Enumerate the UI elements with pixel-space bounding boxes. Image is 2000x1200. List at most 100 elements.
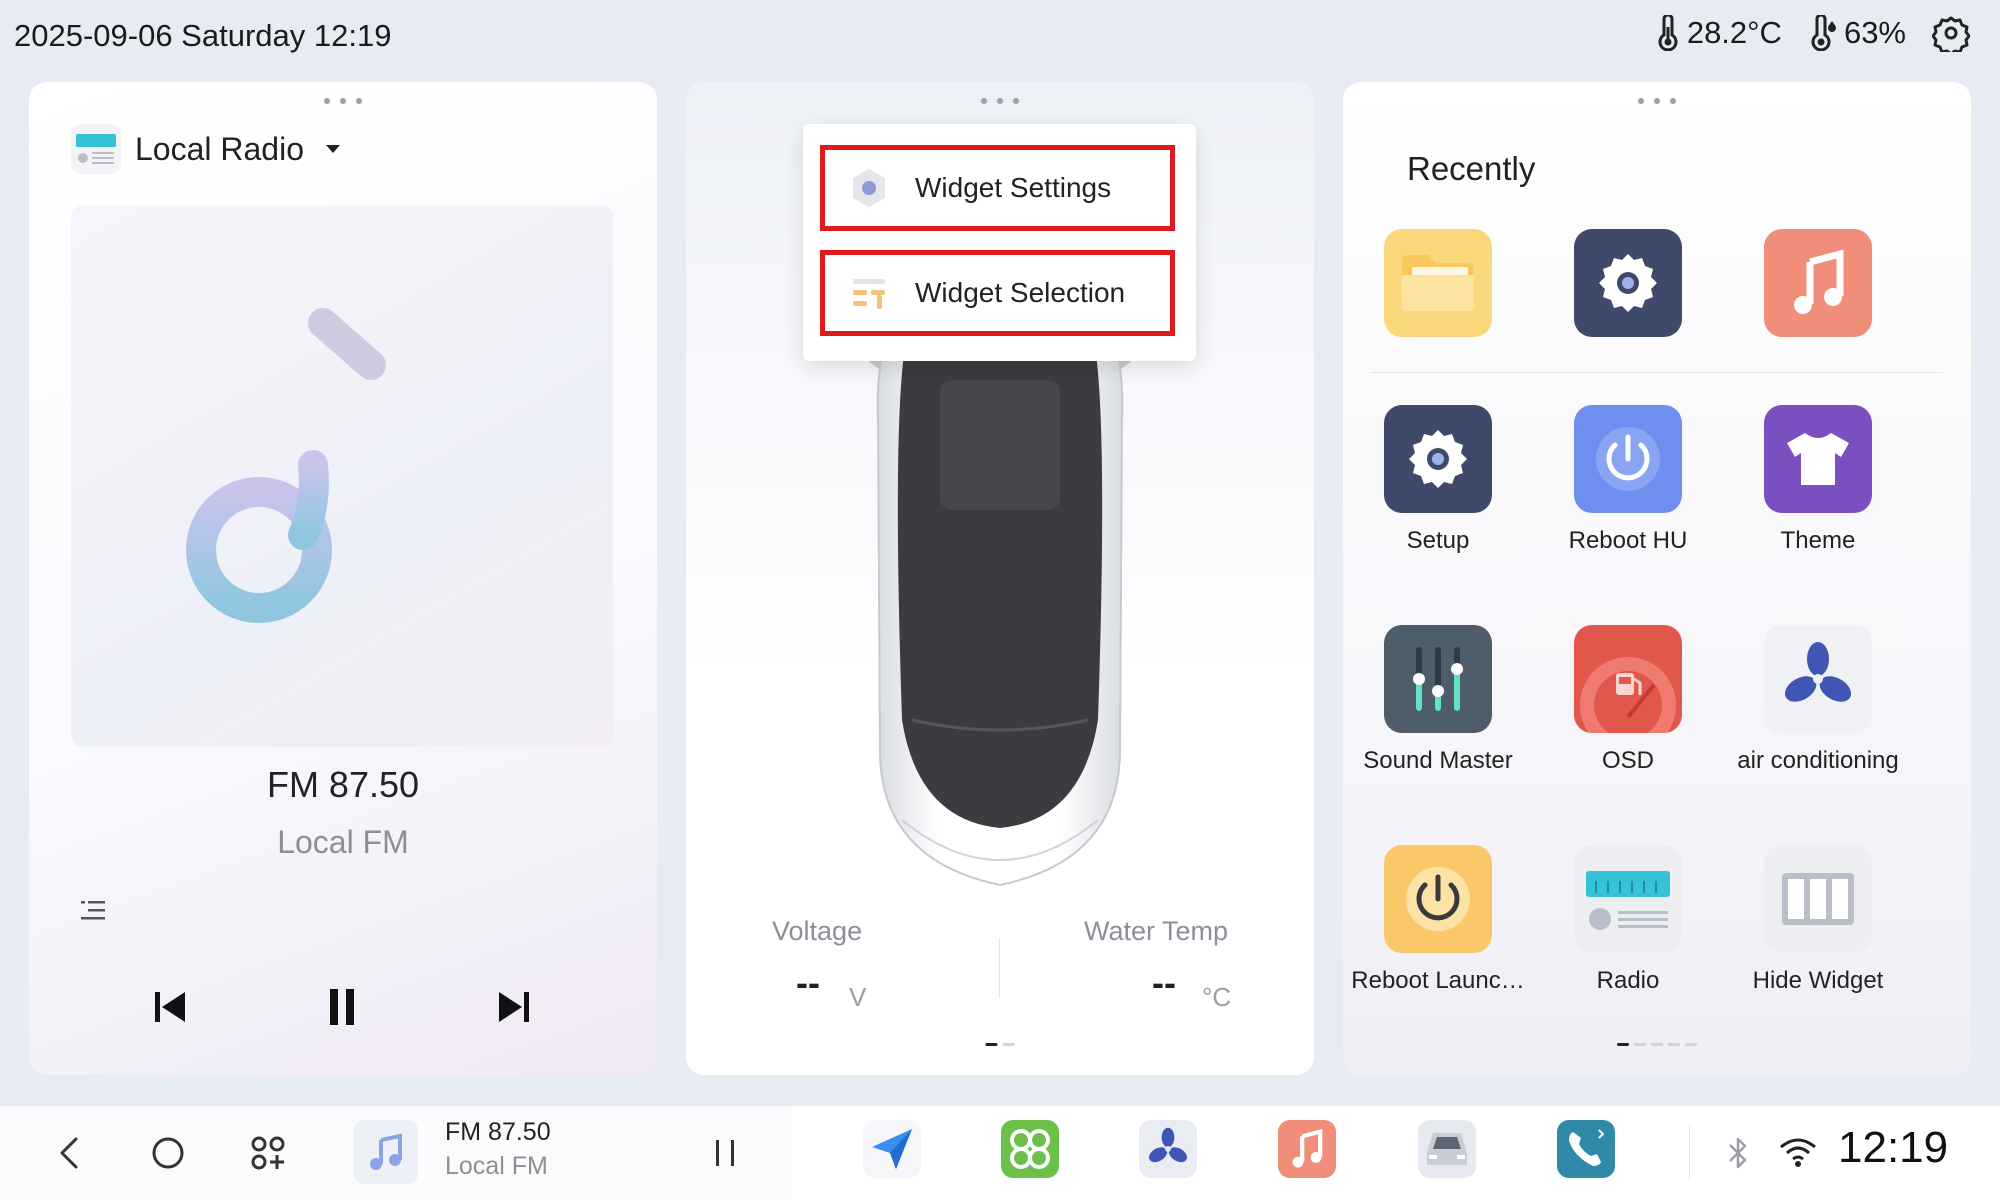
voltage-value: -- [796,962,820,1003]
app-label: air conditioning [1737,747,1899,774]
recent-app-music[interactable] [1723,229,1913,337]
dock-music[interactable] [1278,1120,1336,1178]
equalizer-icon [1384,625,1492,733]
album-art [71,205,613,747]
pause-icon [716,1140,734,1166]
widget-context-menu: Widget Settings Widget Selection [803,124,1196,361]
mini-pause-button[interactable] [700,1128,750,1178]
app-label: Setup [1406,527,1470,554]
previous-button[interactable] [140,977,200,1037]
drag-handle-dots[interactable] [981,98,1019,104]
apps-button[interactable] [243,1128,293,1178]
app-label: Radio [1596,967,1660,994]
water-temp-unit: °C [1202,982,1232,1012]
mini-album-art[interactable] [354,1120,418,1184]
next-button[interactable] [484,977,544,1037]
apps-widget: Recently Setup Reboot HU Theme Sound Mas… [1343,82,1971,1075]
app-theme[interactable]: Theme [1723,405,1913,555]
app-launcher-icon [1010,1129,1050,1169]
bluetooth-icon[interactable] [1725,1134,1751,1172]
app-radio[interactable]: Radio [1533,845,1723,995]
mini-station: Local FM [445,1152,548,1180]
gauge-divider [999,938,1000,998]
recent-app-settings[interactable] [1533,229,1723,337]
recently-title: Recently [1407,150,1536,187]
temperature-indicator: 28.2°C [1655,15,1782,51]
water-temp-value: -- [1152,962,1176,1003]
fuel-gauge-icon [1574,625,1682,733]
app-label: Theme [1780,527,1856,554]
app-reboot-launcher[interactable]: Reboot Launc… [1343,845,1533,995]
mini-frequency: FM 87.50 [445,1118,551,1146]
music-icon [1292,1128,1323,1168]
radio-icon [71,124,121,174]
dock-navigation[interactable] [863,1120,921,1178]
pause-icon [330,989,354,1025]
drag-handle-dots[interactable] [324,98,362,104]
dock-left-panel: FM 87.50 Local FM [0,1106,792,1200]
back-icon [60,1137,78,1169]
app-reboot-hu[interactable]: Reboot HU [1533,405,1723,555]
page-indicator [985,1043,1015,1046]
settings-icon [1574,229,1682,337]
clock: 12:19 [1838,1123,1949,1172]
dock-separator [1689,1126,1690,1180]
status-indicators: 28.2°C 63% [1655,14,1970,52]
wifi-icon[interactable] [1778,1136,1818,1168]
widget-settings-label: Widget Settings [915,172,1112,203]
music-note-icon [370,1133,402,1170]
dock-air-conditioning[interactable] [1139,1120,1197,1178]
navigation-icon [872,1129,912,1169]
settings-icon [1384,405,1492,513]
widget-selection-icon [847,271,891,315]
car-top-view-icon [865,339,1135,887]
gear-hex-icon [847,166,891,210]
app-hide-widget[interactable]: Hide Widget [1723,845,1913,995]
app-setup[interactable]: Setup [1343,405,1533,555]
music-icon [1764,229,1872,337]
voltage-unit: V [849,982,867,1012]
power-icon [1384,845,1492,953]
app-sound-master[interactable]: Sound Master [1343,625,1533,775]
date-time: 2025-09-06 Saturday 12:19 [14,18,392,53]
music-note-icon [186,308,386,623]
voltage-label: Voltage [772,916,863,946]
back-button[interactable] [44,1128,94,1178]
frequency-label: FM 87.50 [266,764,420,805]
app-label: OSD [1601,747,1654,774]
home-button[interactable] [143,1128,193,1178]
app-label: Reboot Launc… [1351,967,1525,994]
app-air-conditioning[interactable]: air conditioning [1723,625,1913,775]
apps-grid-icon [251,1136,285,1170]
pause-button[interactable] [312,977,372,1037]
settings-gear-icon[interactable] [1932,14,1970,52]
widget-settings-item[interactable]: Widget Settings [820,145,1175,231]
dock-phone[interactable] [1557,1120,1615,1178]
fan-icon [1764,625,1872,733]
dropdown-caret-icon [326,145,340,153]
power-icon [1574,405,1682,513]
dock-car[interactable] [1418,1120,1476,1178]
widget-selection-item[interactable]: Widget Selection [820,250,1175,336]
section-divider [1371,372,1943,373]
temperature-value: 28.2°C [1686,15,1782,50]
drag-handle-dots[interactable] [1638,98,1676,104]
tshirt-icon [1764,405,1872,513]
playback-controls [29,977,657,1037]
recent-app-files[interactable] [1343,229,1533,337]
water-temp-label: Water Temp [1084,916,1229,946]
next-icon [499,992,529,1022]
playlist-icon[interactable] [79,897,107,930]
bottom-dock: FM 87.50 Local FM 12:19 [0,1106,2000,1200]
app-label: Reboot HU [1568,527,1688,554]
page-indicator [1617,1043,1697,1046]
station-label: Local FM [277,824,409,860]
dock-app-launcher[interactable] [1001,1120,1059,1178]
radio-widget: Local Radio FM 87.50 Local FM [29,82,657,1075]
source-selector[interactable]: Local Radio [71,124,340,174]
humidity-indicator: 63% [1808,15,1906,51]
humidity-icon [1811,15,1836,51]
app-osd[interactable]: OSD [1533,625,1723,775]
previous-icon [155,992,185,1022]
thermometer-icon [1658,15,1678,51]
